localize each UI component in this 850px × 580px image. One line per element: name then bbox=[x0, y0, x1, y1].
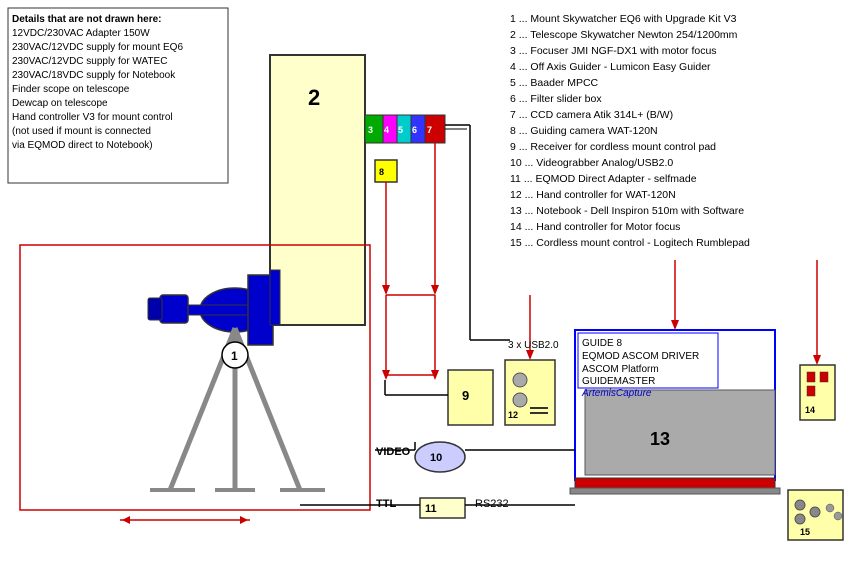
svg-text:Dewcap on telescope: Dewcap on telescope bbox=[12, 98, 108, 109]
svg-text:7 ... CCD camera Atik 314L+ (B: 7 ... CCD camera Atik 314L+ (B/W) bbox=[510, 109, 673, 121]
svg-text:4 ... Off Axis Guider - Lumico: 4 ... Off Axis Guider - Lumicon Easy Gui… bbox=[510, 61, 711, 73]
svg-text:13 ... Notebook - Dell Inspiro: 13 ... Notebook - Dell Inspiron 510m wit… bbox=[510, 205, 744, 217]
svg-text:230VAC/12VDC supply for WATEC: 230VAC/12VDC supply for WATEC bbox=[12, 56, 167, 67]
svg-text:12 ... Hand controller for WAT: 12 ... Hand controller for WAT-120N bbox=[510, 189, 676, 201]
svg-text:(not used if mount is connecte: (not used if mount is connected bbox=[12, 126, 151, 137]
svg-text:Finder scope on telescope: Finder scope on telescope bbox=[12, 84, 130, 95]
svg-text:11: 11 bbox=[425, 503, 437, 515]
svg-text:11 ... EQMOD Direct Adapter -: 11 ... EQMOD Direct Adapter - selfmade bbox=[510, 173, 697, 185]
svg-text:9: 9 bbox=[462, 388, 469, 403]
svg-text:3 ... Focuser JMI NGF-DX1 with: 3 ... Focuser JMI NGF-DX1 with motor foc… bbox=[510, 45, 717, 57]
svg-text:6: 6 bbox=[412, 125, 417, 135]
svg-text:15: 15 bbox=[800, 527, 810, 537]
svg-text:9 ... Receiver for cordless mo: 9 ... Receiver for cordless mount contro… bbox=[510, 141, 716, 153]
svg-text:ArtemisCapture: ArtemisCapture bbox=[581, 388, 652, 399]
svg-text:14 ... Hand controller for Mot: 14 ... Hand controller for Motor focus bbox=[510, 221, 680, 233]
svg-text:2: 2 bbox=[308, 85, 320, 110]
svg-text:10 ... Videograbber Analog/USB: 10 ... Videograbber Analog/USB2.0 bbox=[510, 157, 673, 169]
svg-text:VIDEO: VIDEO bbox=[376, 446, 411, 458]
details-header: Details that are not drawn here: bbox=[12, 14, 161, 25]
svg-text:3: 3 bbox=[368, 125, 373, 135]
svg-text:1 ... Mount Skywatcher EQ6 wit: 1 ... Mount Skywatcher EQ6 with Upgrade … bbox=[510, 13, 737, 25]
svg-text:6 ... Filter slider box: 6 ... Filter slider box bbox=[510, 93, 602, 105]
svg-text:RS232: RS232 bbox=[475, 498, 509, 510]
svg-text:4: 4 bbox=[384, 125, 389, 135]
svg-text:10: 10 bbox=[430, 452, 442, 464]
svg-text:GUIDE 8: GUIDE 8 bbox=[582, 338, 622, 349]
svg-text:1: 1 bbox=[231, 349, 238, 363]
svg-text:2 ... Telescope Skywatcher New: 2 ... Telescope Skywatcher Newton 254/12… bbox=[510, 29, 738, 41]
svg-text:5 ... Baader MPCC: 5 ... Baader MPCC bbox=[510, 77, 599, 89]
diagram-svg: Details that are not drawn here: 12VDC/2… bbox=[0, 0, 850, 580]
svg-text:12: 12 bbox=[508, 410, 518, 420]
svg-text:7: 7 bbox=[427, 125, 432, 135]
svg-text:TTL: TTL bbox=[376, 498, 396, 510]
svg-text:5: 5 bbox=[398, 125, 403, 135]
svg-text:Hand controller V3 for mount c: Hand controller V3 for mount control bbox=[12, 112, 173, 123]
svg-text:3 x USB2.0: 3 x USB2.0 bbox=[508, 340, 559, 351]
svg-text:8: 8 bbox=[379, 167, 384, 177]
svg-text:via EQMOD direct to Notebook): via EQMOD direct to Notebook) bbox=[12, 140, 153, 151]
svg-text:230VAC/18VDC supply for Notebo: 230VAC/18VDC supply for Notebook bbox=[12, 70, 176, 81]
svg-text:230VAC/12VDC supply for mount: 230VAC/12VDC supply for mount EQ6 bbox=[12, 42, 183, 53]
svg-text:GUIDEMASTER: GUIDEMASTER bbox=[582, 376, 655, 387]
main-container: Details that are not drawn here: 12VDC/2… bbox=[0, 0, 850, 580]
svg-text:EQMOD ASCOM DRIVER: EQMOD ASCOM DRIVER bbox=[582, 351, 699, 362]
svg-text:14: 14 bbox=[805, 405, 815, 415]
svg-text:12VDC/230VAC Adapter 150W: 12VDC/230VAC Adapter 150W bbox=[12, 28, 150, 39]
svg-text:ASCOM Platform: ASCOM Platform bbox=[582, 364, 659, 375]
svg-text:8 ... Guiding camera WAT-120N: 8 ... Guiding camera WAT-120N bbox=[510, 125, 658, 137]
svg-text:13: 13 bbox=[650, 429, 670, 449]
svg-text:15 ... Cordless mount control: 15 ... Cordless mount control - Logitech… bbox=[510, 237, 750, 249]
